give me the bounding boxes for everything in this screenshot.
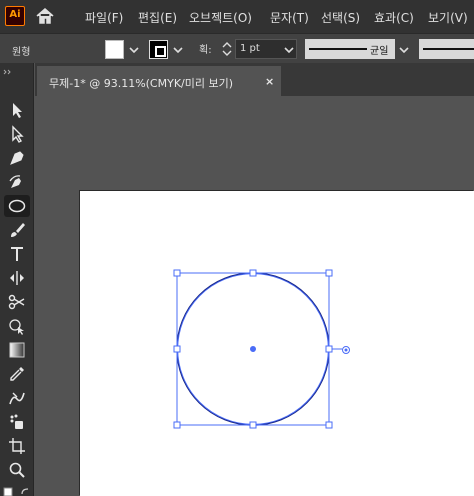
resize-handle-left[interactable]: [173, 345, 181, 353]
center-point: [250, 346, 256, 352]
resize-handle-top-left[interactable]: [173, 269, 181, 277]
resize-handle-right[interactable]: [325, 345, 333, 353]
resize-handle-top[interactable]: [249, 269, 257, 277]
resize-handle-bottom-right[interactable]: [325, 421, 333, 429]
resize-handle-top-right[interactable]: [325, 269, 333, 277]
resize-handle-bottom[interactable]: [249, 421, 257, 429]
pie-widget-handle-dot: [344, 348, 348, 352]
resize-handle-bottom-left[interactable]: [173, 421, 181, 429]
artwork-layer: [173, 269, 350, 429]
